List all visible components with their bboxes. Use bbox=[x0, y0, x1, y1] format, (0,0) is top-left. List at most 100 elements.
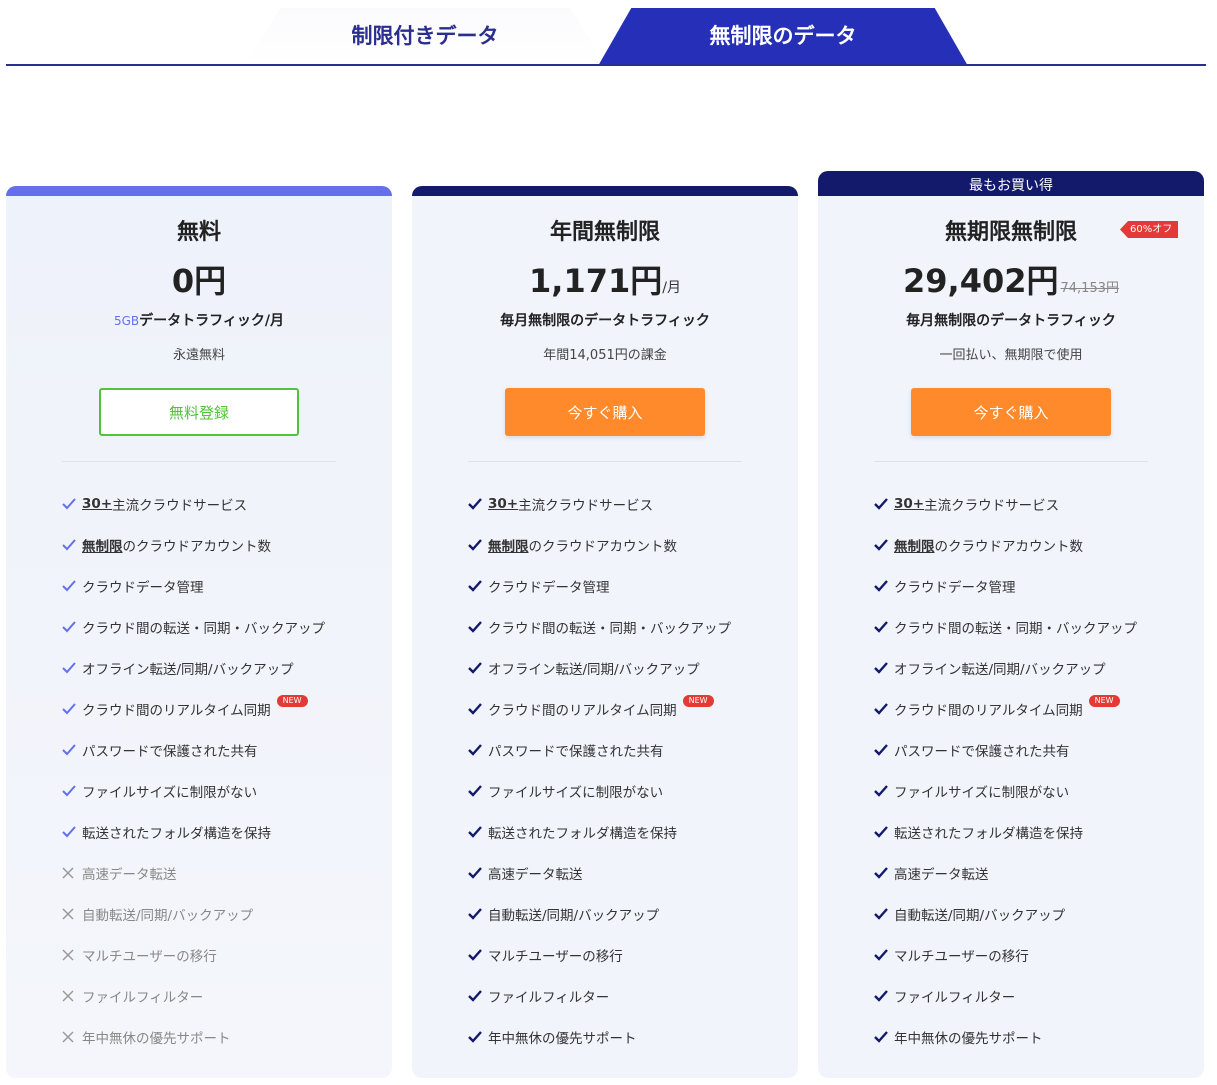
feature-text: 主流クラウドサービス bbox=[924, 497, 1060, 514]
card-top-bar bbox=[412, 186, 798, 196]
free-signup-button[interactable]: 無料登録 bbox=[99, 388, 299, 436]
check-icon bbox=[874, 784, 894, 798]
feature-item-unavailable: ファイルフィルター bbox=[62, 975, 372, 1016]
divider bbox=[62, 461, 336, 462]
check-icon bbox=[468, 579, 488, 593]
feature-text: 転送されたフォルダ構造を保持 bbox=[894, 825, 1083, 842]
feature-item: 転送されたフォルダ構造を保持 bbox=[874, 811, 1184, 852]
feature-text: マルチユーザーの移行 bbox=[894, 948, 1029, 965]
feature-text: クラウドデータ管理 bbox=[894, 579, 1016, 596]
feature-item: 高速データ転送 bbox=[874, 852, 1184, 893]
feature-text: ファイルフィルター bbox=[488, 989, 610, 1006]
tab-underline bbox=[6, 64, 1206, 66]
feature-list: 30+ 主流クラウドサービス 無制限 のクラウドアカウント数 クラウドデータ管理… bbox=[874, 483, 1184, 1057]
card-top-bar bbox=[6, 186, 392, 196]
tab-unlimited-data-label[interactable]: 無制限のデータ bbox=[598, 20, 968, 50]
price-amount: 0円 bbox=[171, 262, 227, 300]
cross-icon bbox=[62, 1030, 82, 1043]
feature-item: 年中無休の優先サポート bbox=[874, 1016, 1184, 1057]
feature-text: 高速データ転送 bbox=[82, 866, 177, 883]
check-icon bbox=[62, 702, 82, 716]
feature-item: オフライン転送/同期/バックアップ bbox=[468, 647, 778, 688]
check-icon bbox=[468, 989, 488, 1003]
feature-text: クラウド間の転送・同期・バックアップ bbox=[82, 620, 325, 637]
feature-text: クラウド間の転送・同期・バックアップ bbox=[488, 620, 731, 637]
plan-price: 0円 bbox=[6, 256, 392, 302]
feature-list: 30+ 主流クラウドサービス 無制限 のクラウドアカウント数 クラウドデータ管理… bbox=[468, 483, 778, 1057]
price-unit: /月 bbox=[662, 280, 681, 296]
feature-item: 30+ 主流クラウドサービス bbox=[468, 483, 778, 524]
feature-item: クラウド間のリアルタイム同期 NEW bbox=[62, 688, 372, 729]
feature-text: ファイルフィルター bbox=[894, 989, 1016, 1006]
feature-item: クラウド間の転送・同期・バックアップ bbox=[874, 606, 1184, 647]
feature-item: 年中無休の優先サポート bbox=[468, 1016, 778, 1057]
plan-note: 一回払い、無期限で使用 bbox=[939, 348, 1083, 363]
feature-text: ファイルサイズに制限がない bbox=[82, 784, 258, 801]
feature-text: のクラウドアカウント数 bbox=[934, 538, 1084, 555]
feature-item: 高速データ転送 bbox=[468, 852, 778, 893]
feature-item: 自動転送/同期/バックアップ bbox=[874, 893, 1184, 934]
feature-highlight: 無制限 bbox=[82, 538, 123, 555]
plan-note: 永遠無料 bbox=[172, 348, 225, 363]
feature-text: クラウド間のリアルタイム同期 bbox=[488, 702, 677, 719]
feature-item: パスワードで保護された共有 bbox=[468, 729, 778, 770]
check-icon bbox=[874, 948, 894, 962]
feature-item: パスワードで保護された共有 bbox=[874, 729, 1184, 770]
check-icon bbox=[62, 497, 82, 511]
feature-item: ファイルサイズに制限がない bbox=[62, 770, 372, 811]
check-icon bbox=[874, 1030, 894, 1044]
check-icon bbox=[874, 743, 894, 757]
feature-text: 主流クラウドサービス bbox=[112, 497, 248, 514]
feature-text: 主流クラウドサービス bbox=[518, 497, 654, 514]
feature-item: 無制限 のクラウドアカウント数 bbox=[62, 524, 372, 565]
check-icon bbox=[874, 825, 894, 839]
check-icon bbox=[62, 538, 82, 552]
plan-note: 年間14,051円の課金 bbox=[543, 348, 667, 363]
traffic-gb: 5GB bbox=[113, 314, 140, 328]
plan-name: 年間無制限 bbox=[549, 220, 660, 245]
feature-text: 自動転送/同期/バックアップ bbox=[894, 907, 1066, 924]
feature-list: 30+ 主流クラウドサービス 無制限 のクラウドアカウント数 クラウドデータ管理… bbox=[62, 483, 372, 1057]
feature-item-unavailable: 高速データ転送 bbox=[62, 852, 372, 893]
check-icon bbox=[874, 989, 894, 1003]
feature-item: オフライン転送/同期/バックアップ bbox=[62, 647, 372, 688]
check-icon bbox=[62, 620, 82, 634]
feature-item: クラウド間の転送・同期・バックアップ bbox=[468, 606, 778, 647]
feature-item: オフライン転送/同期/バックアップ bbox=[874, 647, 1184, 688]
check-icon bbox=[468, 866, 488, 880]
check-icon bbox=[874, 907, 894, 921]
check-icon bbox=[468, 784, 488, 798]
buy-now-button[interactable]: 今すぐ購入 bbox=[911, 388, 1111, 436]
buy-now-button[interactable]: 今すぐ購入 bbox=[505, 388, 705, 436]
check-icon bbox=[62, 661, 82, 675]
feature-item: 無制限 のクラウドアカウント数 bbox=[874, 524, 1184, 565]
check-icon bbox=[468, 538, 488, 552]
plan-tabs: 制限付きデータ 無制限のデータ bbox=[0, 0, 1217, 68]
feature-text: 自動転送/同期/バックアップ bbox=[488, 907, 660, 924]
feature-item: クラウドデータ管理 bbox=[874, 565, 1184, 606]
feature-item: マルチユーザーの移行 bbox=[468, 934, 778, 975]
feature-text: クラウド間のリアルタイム同期 bbox=[82, 702, 271, 719]
feature-item: ファイルサイズに制限がない bbox=[874, 770, 1184, 811]
check-icon bbox=[874, 620, 894, 634]
check-icon bbox=[468, 743, 488, 757]
feature-text: マルチユーザーの移行 bbox=[82, 948, 217, 965]
check-icon bbox=[874, 538, 894, 552]
feature-text: パスワードで保護された共有 bbox=[894, 743, 1070, 760]
feature-highlight: 30+ bbox=[488, 495, 519, 512]
feature-text: クラウドデータ管理 bbox=[488, 579, 610, 596]
check-icon bbox=[62, 743, 82, 757]
feature-text: ファイルサイズに制限がない bbox=[894, 784, 1070, 801]
check-icon bbox=[468, 825, 488, 839]
check-icon bbox=[874, 866, 894, 880]
new-badge: NEW bbox=[1088, 694, 1120, 707]
card-top-bar: 最もお買い得 bbox=[818, 171, 1204, 196]
feature-text: 年中無休の優先サポート bbox=[82, 1030, 231, 1047]
divider bbox=[874, 461, 1148, 462]
plan-card-annual: 年間無制限 1,171円/月 毎月無制限のデータトラフィック 年間14,051円… bbox=[412, 186, 798, 1078]
feature-item-unavailable: 年中無休の優先サポート bbox=[62, 1016, 372, 1057]
feature-item: ファイルサイズに制限がない bbox=[468, 770, 778, 811]
feature-item: クラウド間のリアルタイム同期 NEW bbox=[874, 688, 1184, 729]
tab-limited-data-label[interactable]: 制限付きデータ bbox=[244, 20, 606, 50]
check-icon bbox=[874, 661, 894, 675]
